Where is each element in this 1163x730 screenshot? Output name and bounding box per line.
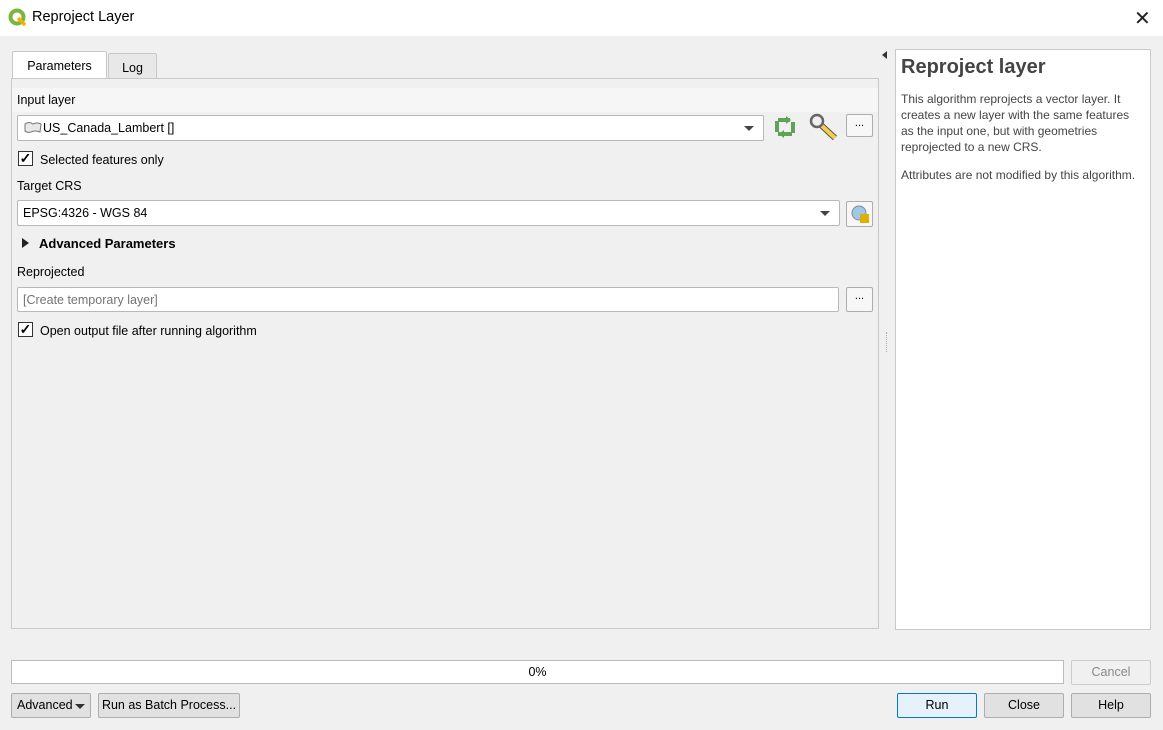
splitter-handle[interactable] (886, 332, 888, 352)
target-crs-value: EPSG:4326 - WGS 84 (23, 206, 148, 220)
help-description: This algorithm reprojects a vector layer… (901, 92, 1130, 154)
close-window-icon[interactable]: ✕ (1134, 6, 1151, 31)
input-layer-label: Input layer (17, 93, 76, 107)
target-crs-select[interactable]: EPSG:4326 - WGS 84 (17, 200, 840, 226)
title-bar (0, 0, 1163, 36)
input-layer-value: US_Canada_Lambert [] (43, 121, 175, 135)
run-button[interactable]: Run (897, 693, 977, 718)
open-output-checkbox[interactable]: ✓ (18, 322, 33, 337)
progress-bar: 0% (11, 660, 1064, 684)
help-panel: Reproject layer This algorithm reproject… (895, 49, 1151, 630)
selected-features-label: Selected features only (40, 153, 164, 167)
advanced-parameters-toggle[interactable]: Advanced Parameters (39, 236, 176, 251)
advanced-label: Advanced (17, 698, 73, 712)
close-button[interactable]: Close (984, 693, 1064, 718)
wrench-icon[interactable] (809, 113, 839, 141)
help-title: Reproject layer (901, 56, 1046, 78)
iterate-icon[interactable] (772, 116, 799, 138)
collapse-help-icon[interactable] (882, 51, 887, 59)
globe-icon (851, 205, 869, 223)
qgis-logo-icon (8, 8, 27, 27)
cancel-button[interactable]: Cancel (1071, 660, 1151, 685)
input-layer-select[interactable]: US_Canada_Lambert [] (17, 115, 764, 141)
progress-text: 0% (528, 665, 547, 679)
reprojected-output-input[interactable] (17, 287, 839, 312)
crs-selector-button[interactable] (846, 201, 873, 227)
window-title: Reproject Layer (32, 9, 135, 25)
polygon-layer-icon (24, 122, 42, 133)
output-options-button[interactable]: ... (846, 287, 873, 312)
chevron-down-icon (75, 704, 85, 709)
reprojected-label: Reprojected (17, 265, 85, 279)
help-note: Attributes are not modified by this algo… (901, 168, 1136, 182)
advanced-menu-button[interactable]: Advanced (11, 693, 91, 718)
selected-features-checkbox[interactable]: ✓ (18, 151, 33, 166)
chevron-down-icon (744, 126, 754, 131)
help-button[interactable]: Help (1071, 693, 1151, 718)
expand-arrow-icon[interactable] (22, 238, 29, 248)
tab-log[interactable]: Log (108, 53, 157, 79)
open-output-label: Open output file after running algorithm (40, 324, 257, 338)
batch-process-button[interactable]: Run as Batch Process... (98, 693, 240, 718)
target-crs-label: Target CRS (17, 179, 82, 193)
chevron-down-icon (820, 211, 830, 216)
input-layer-options-button[interactable]: ... (846, 114, 873, 137)
tab-parameters[interactable]: Parameters (12, 51, 107, 79)
